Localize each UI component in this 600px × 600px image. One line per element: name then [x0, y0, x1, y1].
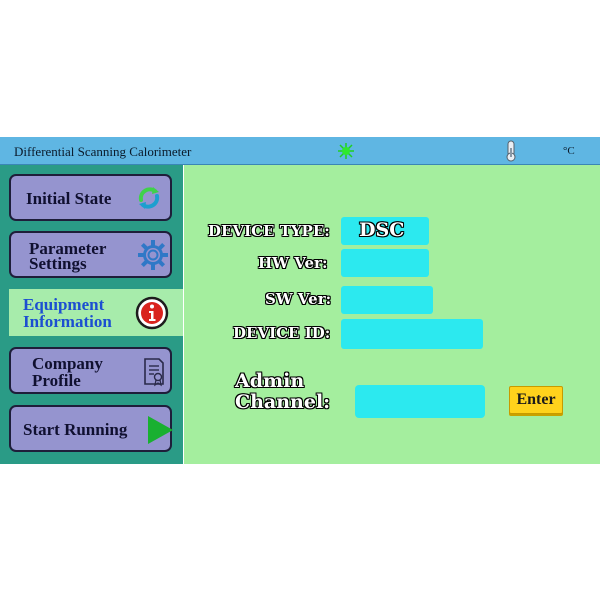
device-type-value: DSC: [359, 219, 405, 241]
temperature-unit: °C: [563, 145, 575, 157]
title-bar: Differential Scanning Calorimeter °C: [0, 137, 600, 165]
sidebar-item-label: Settings: [29, 254, 87, 273]
sidebar-item-label: Company: [32, 354, 103, 373]
equipment-info-panel: DEVICE TYPE: DSC HW Ver: SW Ver: DEVICE …: [184, 165, 600, 464]
enter-button[interactable]: Enter: [509, 386, 563, 414]
thermometer-icon: [506, 140, 516, 162]
device-type-field: DSC: [341, 217, 429, 245]
sidebar-item-start-running[interactable]: Start Running: [9, 405, 173, 452]
sidebar: Initial State Parameter Settings Equipme…: [0, 165, 183, 464]
admin-channel-label: Channel:: [235, 391, 331, 413]
device-type-label: DEVICE TYPE:: [208, 222, 330, 240]
hw-ver-label: HW Ver:: [258, 254, 328, 272]
sw-ver-field: [341, 286, 433, 314]
admin-channel-input[interactable]: [355, 385, 485, 418]
gear-icon: [138, 240, 168, 270]
device-id-field: [341, 319, 483, 349]
sidebar-item-equipment-information[interactable]: Equipment Information: [9, 289, 183, 336]
refresh-icon: [138, 187, 160, 209]
sidebar-item-label: Equipment: [23, 295, 105, 314]
play-icon: [148, 416, 173, 444]
sidebar-item-label: Initial State: [26, 189, 112, 208]
sidebar-item-label: Information: [23, 312, 112, 331]
sidebar-item-parameter-settings[interactable]: Parameter Settings: [9, 231, 172, 278]
sidebar-item-company-profile[interactable]: Company Profile: [9, 347, 172, 394]
sidebar-item-label: Profile: [32, 371, 81, 390]
hw-ver-field: [341, 249, 429, 277]
green-led-icon: [338, 143, 354, 159]
admin-channel-label: Admin: [235, 370, 305, 392]
app-title: Differential Scanning Calorimeter: [14, 144, 192, 159]
sw-ver-label: SW Ver:: [265, 290, 332, 308]
sidebar-item-label: Start Running: [23, 420, 128, 439]
sidebar-item-initial-state[interactable]: Initial State: [9, 174, 172, 221]
hmi-screen: Differential Scanning Calorimeter °C Ini…: [0, 137, 600, 464]
info-icon: [135, 296, 169, 330]
device-id-label: DEVICE ID:: [233, 324, 331, 342]
certificate-icon: [144, 358, 164, 387]
